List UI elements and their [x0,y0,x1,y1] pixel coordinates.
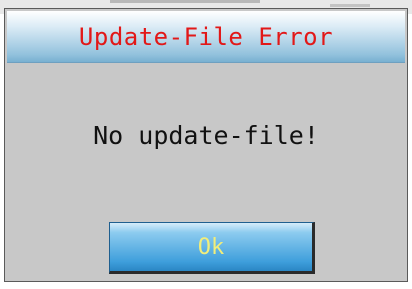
ok-button[interactable]: Ok [109,222,315,274]
dialog-title-bar: Update-File Error [7,11,405,63]
update-file-error-dialog: Update-File Error No update-file! Ok [4,8,408,282]
error-message: No update-file! [93,121,319,150]
dialog-title: Update-File Error [78,22,334,51]
ok-button-label: Ok [197,234,225,260]
